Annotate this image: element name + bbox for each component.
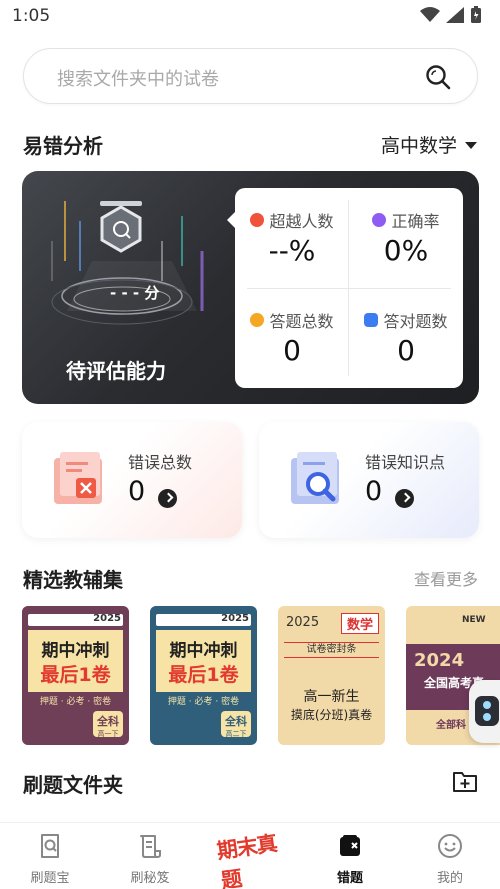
status-icons (420, 6, 482, 24)
nav-label: 刷秘笈 (130, 871, 170, 886)
chevron-right-icon[interactable] (158, 489, 177, 508)
chevron-down-icon (465, 142, 477, 149)
book-badge: 全部科 (436, 720, 466, 731)
nav-label: 刷题宝 (30, 871, 70, 886)
search-placeholder: 搜索文件夹中的试卷 (57, 69, 219, 90)
stat-accuracy: 正确率 0% (349, 188, 463, 288)
signal-icon (446, 7, 464, 23)
book-year: 2025 (286, 615, 320, 630)
chevron-right-icon[interactable] (395, 489, 414, 508)
book-subtitle: 摸底(分班)真卷 (290, 708, 373, 722)
book-badge: 全科 (97, 715, 119, 728)
promo-text: 期末真题 (215, 831, 279, 889)
search-doc-icon (41, 834, 59, 858)
book-tags: 押题 · 必考 · 密卷 (39, 697, 112, 707)
book-title: 高一新生 (303, 689, 360, 705)
book-subtitle: 最后1卷 (40, 664, 111, 686)
search-doc-icon (291, 452, 339, 504)
stat-value: 0 (283, 334, 301, 367)
book-cover[interactable]: 2025 期中冲刺 最后1卷 押题 · 必考 · 密卷 全科 高一下 (22, 606, 129, 745)
error-total-value: 0 (128, 476, 146, 507)
stat-label: 答题总数 (269, 312, 334, 331)
add-folder-icon[interactable] (452, 768, 478, 794)
subject-dropdown[interactable]: 高中数学 (381, 131, 477, 158)
search-icon[interactable] (425, 64, 451, 90)
book-title: 期中冲刺 (169, 641, 238, 661)
error-knowledge-value: 0 (365, 476, 383, 507)
battery-icon (471, 6, 481, 23)
error-total-label: 错误总数 (128, 453, 193, 472)
book-title: 期中冲刺 (41, 641, 110, 661)
search-input[interactable]: 搜索文件夹中的试卷 (23, 48, 478, 104)
stat-label: 答对题数 (383, 312, 448, 331)
smile-icon (438, 834, 462, 858)
stat-value: --% (268, 234, 316, 267)
folder-title: 刷题文件夹 (23, 773, 123, 797)
stat-value: 0 (397, 334, 415, 367)
book-cover[interactable]: 2025 期中冲刺 最后1卷 押题 · 必考 · 密卷 全科 高二下 (150, 606, 257, 745)
camera-icon (475, 696, 499, 726)
analysis-title: 易错分析 (23, 134, 103, 158)
book-tags: 押题 · 必考 · 密卷 (167, 697, 240, 707)
floating-camera-button[interactable] (469, 680, 500, 743)
wifi-icon (420, 7, 440, 22)
nav-item-mine[interactable]: 我的 (400, 823, 500, 889)
error-doc-icon (54, 452, 102, 504)
book-seal: 试卷密封条 (284, 642, 379, 658)
stats-panel: 超越人数 --% 正确率 0% 答题总数 0 答对题数 0 (227, 188, 463, 388)
materials-title: 精选教辅集 (23, 568, 123, 592)
ability-label: 待评估能力 (66, 359, 166, 383)
book-badge-sub: 高二下 (225, 730, 247, 738)
nav-item-mijì[interactable]: 刷秘笈 (100, 823, 200, 889)
stat-value: 0% (383, 234, 429, 267)
book-subject-tag: 数学 (340, 613, 379, 634)
accuracy-icon (372, 213, 387, 227)
error-knowledge-label: 错误知识点 (365, 453, 446, 472)
book-year: 2024 (414, 650, 465, 671)
error-total-card[interactable]: 错误总数 0 (22, 422, 242, 538)
book-year: 2025 (221, 613, 249, 624)
book-badge-sub: 高一下 (97, 730, 119, 738)
promo-badge-icon: 期末真题 (215, 827, 285, 889)
nav-label: 错题 (336, 871, 363, 886)
stat-total-answered: 答题总数 0 (235, 288, 349, 388)
nav-item-shuati[interactable]: 刷题宝 (0, 823, 100, 889)
book-year: 2025 (93, 613, 121, 624)
stat-label: 超越人数 (269, 212, 334, 231)
medal-icon (250, 313, 265, 327)
nav-item-promo[interactable]: 期末真题 (200, 823, 300, 889)
book-cover[interactable]: 2025 数学 试卷密封条 高一新生 摸底(分班)真卷 (278, 606, 385, 745)
see-more-link[interactable]: 查看更多 (414, 566, 478, 590)
wrong-book-icon (340, 835, 360, 856)
error-knowledge-card[interactable]: 错误知识点 0 (259, 422, 479, 538)
subject-label: 高中数学 (380, 135, 457, 157)
nav-label: 我的 (436, 871, 463, 886)
stat-correct-count: 答对题数 0 (349, 288, 463, 388)
stat-surpass: 超越人数 --% (235, 188, 349, 288)
status-bar: 1:05 (0, 0, 500, 34)
ability-score: - - - 分 (110, 284, 160, 302)
book-tag: NEW (462, 615, 486, 625)
analysis-card[interactable]: - - - 分 待评估能力 超越人数 --% 正确率 0% 答题总数 0 答对题… (22, 171, 479, 404)
book-badge: 全科 (225, 715, 247, 728)
rank-icon (250, 213, 265, 227)
bottom-nav: 刷题宝 刷秘笈 期末真题 错题 我的 (0, 822, 500, 889)
book-subtitle: 最后1卷 (168, 664, 239, 686)
status-time: 1:05 (12, 6, 51, 26)
stat-label: 正确率 (391, 212, 440, 231)
scroll-icon (140, 835, 161, 858)
nav-item-cuoti[interactable]: 错题 (300, 823, 400, 889)
check-icon (364, 313, 379, 327)
